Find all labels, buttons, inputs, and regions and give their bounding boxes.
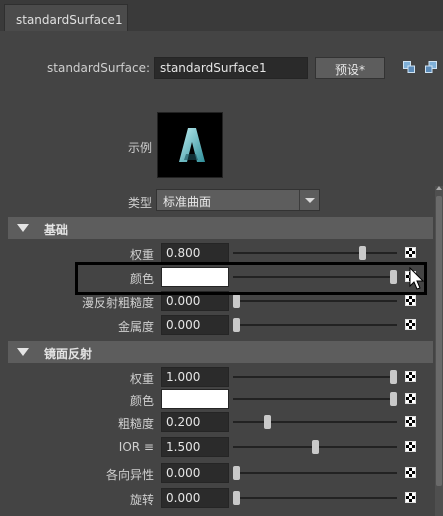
metalness-field[interactable]: 0.000 xyxy=(161,315,229,335)
specular-roughness-row: 粗糙度 0.200 xyxy=(0,411,443,433)
sample-label: 示例 xyxy=(127,141,152,155)
type-dropdown[interactable]: 标准曲面 xyxy=(156,189,320,211)
type-label: 类型 xyxy=(127,196,152,210)
ior-field[interactable]: 1.500 xyxy=(161,437,229,457)
mouse-cursor-icon xyxy=(409,267,425,290)
collapse-triangle-icon[interactable] xyxy=(17,224,29,232)
slider-handle[interactable] xyxy=(233,294,240,308)
tab-standardsurface1[interactable]: standardSurface1 xyxy=(4,4,128,31)
slider-track[interactable] xyxy=(233,252,397,254)
specular-roughness-field[interactable]: 0.200 xyxy=(161,412,229,432)
attr-label: 各向异性 xyxy=(105,468,154,482)
attr-label: 金属度 xyxy=(117,320,154,334)
slider-handle[interactable] xyxy=(390,392,397,406)
section-specular[interactable]: 镜面反射 xyxy=(8,341,433,363)
section-base-title: 基础 xyxy=(44,223,69,237)
slider-handle[interactable] xyxy=(390,370,397,384)
material-swatch xyxy=(157,112,223,178)
node-name-field[interactable]: standardSurface1 xyxy=(154,57,308,79)
highlight-box xyxy=(75,262,427,295)
attr-label: IOR ≡ xyxy=(118,440,154,454)
attr-label: 权重 xyxy=(129,248,154,262)
attr-label: 旋转 xyxy=(129,493,154,507)
map-button-icon[interactable] xyxy=(405,441,416,452)
specular-weight-row: 权重 1.000 xyxy=(0,366,443,388)
slider-handle[interactable] xyxy=(233,466,240,480)
specular-weight-field[interactable]: 1.000 xyxy=(161,367,229,387)
map-button-icon[interactable] xyxy=(405,467,416,478)
rotation-row: 旋转 0.000 xyxy=(0,487,443,509)
focus-output-icon[interactable] xyxy=(425,61,437,73)
slider-track[interactable] xyxy=(233,398,397,400)
slider-handle[interactable] xyxy=(311,440,319,454)
map-button-icon[interactable] xyxy=(405,247,416,258)
rotation-field[interactable]: 0.000 xyxy=(161,488,229,508)
map-button-icon[interactable] xyxy=(405,393,416,404)
map-button-icon[interactable] xyxy=(405,319,416,330)
attr-label: 粗糙度 xyxy=(117,417,154,431)
attr-label: 漫反射粗糙度 xyxy=(81,296,154,310)
chevron-down-icon[interactable] xyxy=(299,190,319,210)
slider-track[interactable] xyxy=(233,421,397,423)
vertical-scrollbar[interactable] xyxy=(435,186,443,516)
slider-track[interactable] xyxy=(233,497,397,499)
specular-color-row: 颜色 xyxy=(0,388,443,410)
scroll-up-icon[interactable] xyxy=(436,186,442,190)
map-button-icon[interactable] xyxy=(405,416,416,427)
slider-track[interactable] xyxy=(233,472,397,474)
section-specular-title: 镜面反射 xyxy=(44,347,93,361)
map-button-icon[interactable] xyxy=(405,295,416,306)
attr-label: 颜色 xyxy=(129,394,154,408)
specular-color-swatch[interactable] xyxy=(161,389,229,409)
metalness-row: 金属度 0.000 xyxy=(0,314,443,336)
preset-button[interactable]: 预设* xyxy=(315,57,385,79)
map-button-icon[interactable] xyxy=(405,371,416,382)
slider-handle[interactable] xyxy=(264,415,272,429)
base-weight-row: 权重 0.800 xyxy=(0,242,443,264)
slider-track[interactable] xyxy=(233,376,397,378)
slider-handle[interactable] xyxy=(233,318,240,332)
attr-label: 权重 xyxy=(129,372,154,386)
tab-bar: standardSurface1 xyxy=(0,0,443,31)
focus-input-icon[interactable] xyxy=(403,61,415,73)
slider-track[interactable] xyxy=(233,324,397,326)
scrollbar-thumb[interactable] xyxy=(436,196,442,486)
section-base[interactable]: 基础 xyxy=(8,217,433,239)
map-button-icon[interactable] xyxy=(405,492,416,503)
collapse-triangle-icon[interactable] xyxy=(17,348,29,356)
slider-track[interactable] xyxy=(233,300,397,302)
node-type-label: standardSurface: xyxy=(47,61,150,75)
arnold-logo-icon xyxy=(179,128,205,162)
type-dropdown-value: 标准曲面 xyxy=(163,195,212,209)
anisotropy-field[interactable]: 0.000 xyxy=(161,463,229,483)
slider-handle[interactable] xyxy=(233,491,240,505)
slider-handle[interactable] xyxy=(358,246,366,260)
ior-row: IOR ≡ 1.500 xyxy=(0,436,443,458)
base-weight-field[interactable]: 0.800 xyxy=(161,243,229,263)
anisotropy-row: 各向异性 0.000 xyxy=(0,462,443,484)
